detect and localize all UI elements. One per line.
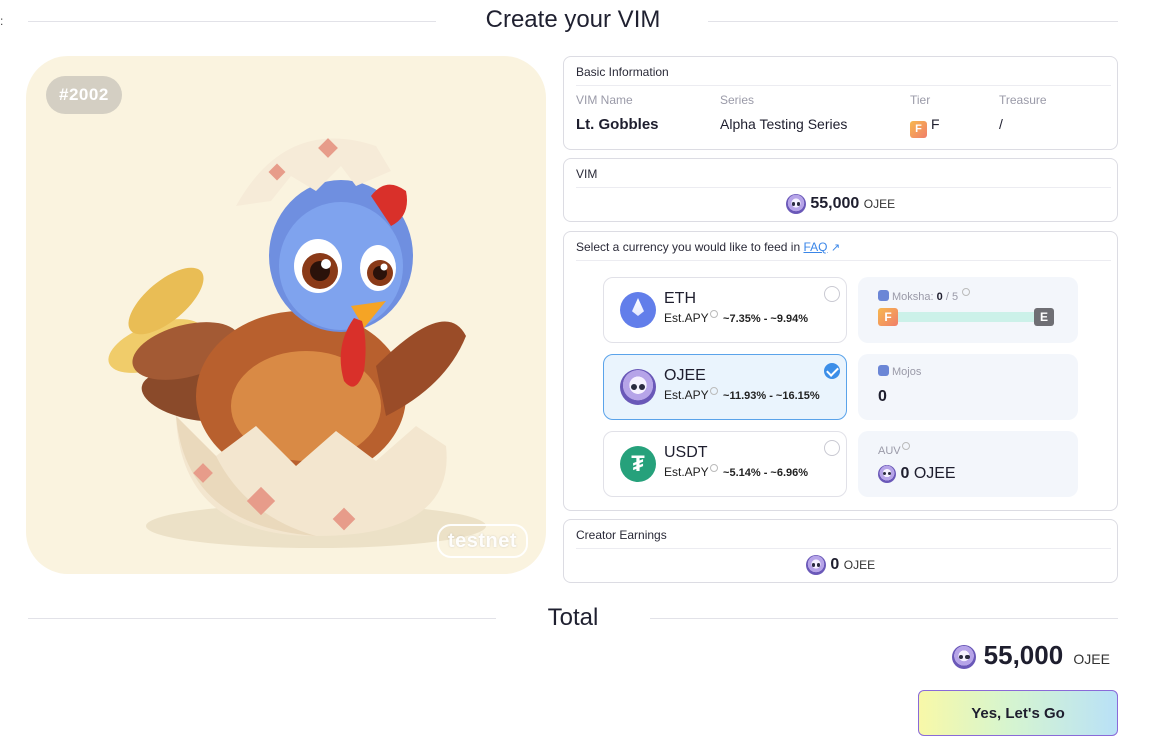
auv-value: 0 OJEE (878, 465, 956, 483)
vim-name-value: Lt. Gobbles (576, 116, 659, 133)
mojos-value: 0 (878, 388, 887, 405)
currency-selection-panel: Select a currency you would like to feed… (563, 231, 1118, 511)
vim-name-column: VIM Name Lt. Gobbles (576, 93, 659, 133)
currency-prompt-text: Select a currency you would like to feed… (576, 240, 804, 254)
vim-amount-value: 55,000 (810, 195, 860, 213)
apy-label: Est.APY (664, 388, 709, 402)
page-title: Create your VIM (485, 6, 661, 33)
total-header: Total (28, 602, 1118, 636)
radio-button[interactable] (824, 440, 840, 456)
end-tier-badge: E (1034, 308, 1054, 326)
auv-amount: 0 (900, 465, 910, 483)
currency-prompt: Select a currency you would like to feed… (576, 240, 1111, 261)
treasure-column: Treasure / (999, 93, 1047, 132)
faq-link[interactable]: FAQ (803, 240, 827, 254)
series-label: Series (720, 93, 755, 107)
currency-option-ojee[interactable]: OJEE Est.APY ~11.93% - ~16.15% (603, 354, 847, 420)
mojos-card: Mojos 0 (858, 354, 1078, 420)
apy-label: Est.APY (664, 311, 709, 325)
tier-text: F (931, 116, 940, 132)
divider (708, 21, 1118, 22)
currency-name: USDT (664, 444, 708, 461)
vim-price-panel: VIM 55,000 OJEE (563, 158, 1118, 222)
ojee-coin-icon (620, 369, 656, 405)
moksha-current: 0 (936, 291, 943, 303)
ojee-coin-icon (952, 645, 977, 670)
testnet-watermark: testnet (436, 524, 528, 558)
nft-id-badge: #2002 (46, 76, 122, 114)
page-header: Create your VIM (28, 4, 1118, 38)
vim-nft-card: #2002 testnet (26, 56, 546, 574)
panel-heading: Creator Earnings (576, 528, 1111, 549)
info-icon (962, 288, 971, 296)
radio-button[interactable] (824, 286, 840, 302)
apy-value: ~11.93% - ~16.15% (723, 390, 820, 402)
apy-value: ~5.14% - ~6.96% (723, 467, 809, 479)
external-link-icon: ↗ (830, 242, 841, 254)
currency-apy: Est.APY ~7.35% - ~9.94% (664, 310, 834, 325)
basic-information-panel: Basic Information VIM Name Lt. Gobbles S… (563, 56, 1118, 150)
progress-track (896, 312, 1036, 322)
tier-value: FF (910, 116, 940, 138)
mojos-label: Mojos (878, 365, 921, 378)
vim-amount-unit: OJEE (863, 197, 896, 212)
tier-label: Tier (910, 93, 931, 107)
total-amount-unit: OJEE (1073, 651, 1110, 667)
usdt-icon: ₮ (620, 446, 656, 482)
auv-card: AUV 0 OJEE (858, 431, 1078, 497)
vim-amount: 55,000 OJEE (564, 194, 1117, 214)
ojee-coin-icon (785, 194, 806, 214)
panel-heading: Basic Information (576, 65, 1111, 86)
series-value: Alpha Testing Series (720, 116, 848, 132)
moksha-progress-bar: F E (878, 308, 1054, 326)
turkey-chick-illustration (108, 138, 486, 548)
mojos-icon (878, 365, 889, 376)
currency-option-eth[interactable]: ETH Est.APY ~7.35% - ~9.94% (603, 277, 847, 343)
info-icon (709, 387, 718, 395)
currency-name: ETH (664, 290, 696, 307)
auv-label: AUV (878, 442, 912, 457)
divider (650, 618, 1118, 619)
currency-name: OJEE (664, 367, 706, 384)
currency-apy: Est.APY ~11.93% - ~16.15% (664, 387, 834, 402)
earnings-amount-value: 0 (830, 556, 840, 574)
currency-option-usdt[interactable]: ₮ USDT Est.APY ~5.14% - ~6.96% (603, 431, 847, 497)
total-amount: 55,000 OJEE (952, 640, 1110, 671)
ojee-coin-icon (878, 465, 896, 483)
moksha-card: Moksha: 0 / 5 F E (858, 277, 1078, 343)
creator-earnings-panel: Creator Earnings 0 OJEE (563, 519, 1118, 583)
moksha-icon (878, 290, 889, 301)
start-tier-badge: F (878, 308, 898, 326)
info-icon (709, 310, 718, 318)
earnings-amount-unit: OJEE (843, 558, 876, 573)
auv-unit: OJEE (913, 465, 956, 483)
checked-radio-icon[interactable] (824, 363, 840, 379)
moksha-separator: / (945, 291, 949, 303)
total-amount-value: 55,000 (983, 640, 1064, 670)
vim-name-label: VIM Name (576, 93, 633, 107)
info-icon (901, 442, 910, 450)
treasure-value: / (999, 116, 1003, 132)
panel-heading: VIM (576, 167, 1111, 188)
tier-column: Tier FF (910, 93, 940, 138)
apy-value: ~7.35% - ~9.94% (723, 313, 809, 325)
tier-badge-icon: F (910, 121, 927, 138)
moksha-label: Moksha: 0 / 5 (878, 288, 972, 303)
creator-earnings-amount: 0 OJEE (564, 555, 1117, 575)
treasure-label: Treasure (999, 93, 1047, 107)
eth-icon (620, 292, 656, 328)
info-icon (709, 464, 718, 472)
currency-apy: Est.APY ~5.14% - ~6.96% (664, 464, 834, 479)
apy-label: Est.APY (664, 465, 709, 479)
confirm-create-button[interactable]: Yes, Let's Go (918, 690, 1118, 736)
moksha-max: 5 (951, 291, 959, 303)
stray-mark: : (0, 14, 4, 28)
series-column: Series Alpha Testing Series (720, 93, 847, 132)
ojee-coin-icon (805, 555, 826, 575)
